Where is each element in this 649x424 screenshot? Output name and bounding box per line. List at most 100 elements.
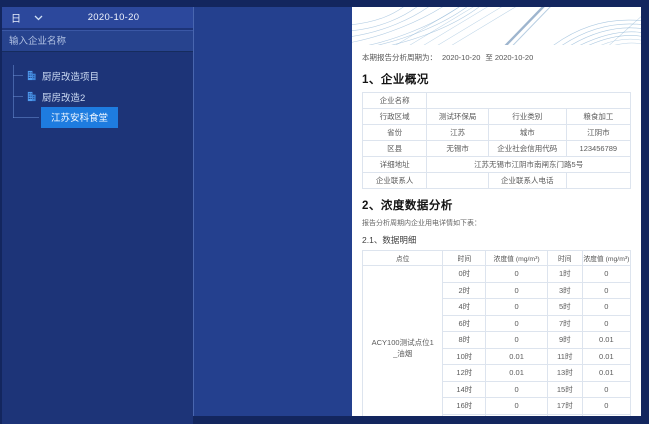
chevron-down-icon [34, 15, 43, 20]
concentration-table-cell: 0 [581, 281, 632, 299]
concentration-table-cell: 0.01 [581, 347, 632, 365]
concentration-table-cell: 0.01 [581, 364, 632, 382]
company-table-cell: 123456789 [565, 140, 632, 157]
company-table-cell: 行业类别 [487, 108, 567, 125]
concentration-table-cell: 0 [581, 380, 632, 398]
company-table-cell: 企业社会信用代码 [487, 140, 567, 157]
concentration-table-cell: 0 [581, 265, 632, 283]
tree-item-project-1[interactable]: 厨房改造项目 [2, 65, 193, 86]
company-table-cell: 无锡市 [426, 140, 489, 157]
tree-item-label: 厨房改造2 [42, 92, 86, 104]
company-table-cell: 企业联系人 [361, 172, 428, 189]
report-period-line: 本期报告分析周期为： 2020-10-20 至 2020-10-20 [362, 52, 631, 63]
company-table-row: 企业联系人 企业联系人电话 [361, 172, 632, 189]
sidebar: 日 2020-10-20 输入企业名称 厨房改造项目 厨房改造2 江苏安科食堂 [2, 7, 193, 424]
date-picker[interactable]: 2020-10-20 [43, 12, 184, 23]
concentration-table-cell: 0 [485, 380, 548, 398]
concentration-table-cell [442, 413, 487, 416]
building-icon [26, 70, 37, 81]
concentration-table-cell: 11时 [546, 347, 583, 365]
concentration-table-cell: 0.01 [581, 331, 632, 349]
company-table-cell: 江阴市 [565, 124, 632, 141]
concentration-table-cell: 1时 [546, 265, 583, 283]
report-banner-graphic [352, 7, 641, 45]
company-table-cell: 企业联系人电话 [487, 172, 567, 189]
concentration-table-cell: 0 [485, 265, 548, 283]
concentration-table-cell: 0 [581, 314, 632, 332]
concentration-table-cell: 0 [581, 397, 632, 415]
concentration-table-cell [581, 413, 632, 416]
concentration-table-cell: 0 [485, 314, 548, 332]
period-selector-bar: 日 2020-10-20 [2, 7, 193, 28]
main-content-area: 本期报告分析周期为： 2020-10-20 至 2020-10-20 1、企业概况 企… [193, 7, 641, 416]
tree-item-label: 厨房改造项目 [42, 71, 100, 83]
period-separator: 至 [485, 53, 493, 62]
tree-item-project-2[interactable]: 厨房改造2 [2, 86, 193, 107]
company-table-cell: 江苏无锡市江阴市南闸东门路5号 [426, 156, 631, 173]
concentration-table-row: ACY100测试点位1_油烟 0时 0 1时 0 [361, 265, 632, 416]
concentration-table-cell: 14时 [442, 380, 487, 398]
company-table-row: 区县 无锡市 企业社会信用代码 123456789 [361, 140, 632, 157]
concentration-table-cell [485, 413, 548, 416]
concentration-table-cell: 0 [485, 397, 548, 415]
concentration-table-header: 时间 [442, 250, 487, 266]
concentration-table-cell: 7时 [546, 314, 583, 332]
concentration-table-cell: 9时 [546, 331, 583, 349]
company-table-cell: 行政区域 [361, 108, 428, 125]
section2-description: 报告分析周期内企业用电详情如下表： [362, 220, 481, 227]
concentration-table-cell: 5时 [546, 298, 583, 316]
company-overview-table: 企业名称 行政区域 测试环保局 行业类别 粮食加工 省份 江苏 城市 江阴市 区县 无锡市 企业社会信… [361, 92, 632, 189]
company-table-cell: 测试环保局 [426, 108, 489, 125]
company-table-cell [565, 172, 632, 189]
company-table-cell [426, 92, 631, 109]
company-table-cell: 省份 [361, 124, 428, 141]
concentration-table-cell: 3时 [546, 281, 583, 299]
granularity-label: 日 [11, 14, 21, 25]
concentration-table-cell: 0 [485, 281, 548, 299]
concentration-table-cell: 0.01 [485, 364, 548, 382]
concentration-table-cell: 12时 [442, 364, 487, 382]
company-table-cell [426, 172, 489, 189]
granularity-select[interactable]: 日 [11, 10, 43, 25]
concentration-table-cell: 17时 [546, 397, 583, 415]
concentration-table-cell: 8时 [442, 331, 487, 349]
period-end-date: 2020-10-20 [494, 53, 534, 62]
company-table-row: 省份 江苏 城市 江阴市 [361, 124, 632, 141]
company-table-cell: 详细地址 [361, 156, 428, 173]
tree-item-canteen-selected[interactable]: 江苏安科食堂 [2, 107, 193, 128]
company-search-input[interactable] [2, 30, 193, 52]
concentration-table-cell: 4时 [442, 298, 487, 316]
company-table-row: 详细地址 江苏无锡市江阴市南闸东门路5号 [361, 156, 631, 173]
tree-item-label: 江苏安科食堂 [41, 107, 119, 128]
concentration-table-cell: 0 [581, 298, 632, 316]
concentration-table-cell: 6时 [442, 314, 487, 332]
concentration-table-cell: 0 [485, 331, 548, 349]
section2-title: 2、浓度数据分析 [362, 200, 453, 212]
company-table-row: 行政区域 测试环保局 行业类别 粮食加工 [361, 108, 632, 125]
concentration-table-header: 点位 [361, 250, 444, 266]
concentration-table-header: 浓度值 (mg/m³) [581, 250, 632, 266]
app-window: 日 2020-10-20 输入企业名称 厨房改造项目 厨房改造2 江苏安科食堂 … [0, 0, 649, 424]
concentration-table: 点位 时间 浓度值 (mg/m³) 时间 浓度值 (mg/m³) ACY100测试点位1… [361, 250, 632, 416]
concentration-table-cell: 13时 [546, 364, 583, 382]
section2-subtitle: 2.1、数据明细 [362, 235, 417, 245]
company-tree: 厨房改造项目 厨房改造2 江苏安科食堂 [2, 65, 193, 128]
period-start-date: 2020-10-20 [442, 53, 481, 62]
concentration-table-cell: 0.01 [485, 347, 548, 365]
concentration-table-cell: 0 [485, 298, 548, 316]
section1-title: 1、企业概况 [362, 74, 429, 86]
company-table-cell: 粮食加工 [565, 108, 632, 125]
concentration-table-header: 时间 [546, 250, 583, 266]
report-panel: 本期报告分析周期为： 2020-10-20 至 2020-10-20 1、企业概况 企… [352, 7, 641, 416]
period-prefix: 本期报告分析周期为： [362, 53, 437, 62]
concentration-table-cell: 0时 [442, 265, 487, 283]
concentration-table-header: 浓度值 (mg/m³) [485, 250, 548, 266]
company-table-cell: 城市 [487, 124, 567, 141]
company-table-cell: 区县 [361, 140, 428, 157]
company-table-cell: 企业名称 [361, 92, 428, 109]
concentration-table-cell [546, 413, 583, 416]
report-body: 本期报告分析周期为： 2020-10-20 至 2020-10-20 1、企业概况 企… [352, 52, 641, 416]
company-table-cell: 江苏 [426, 124, 489, 141]
concentration-table-cell: 10时 [442, 347, 487, 365]
concentration-table-cell: 15时 [546, 380, 583, 398]
